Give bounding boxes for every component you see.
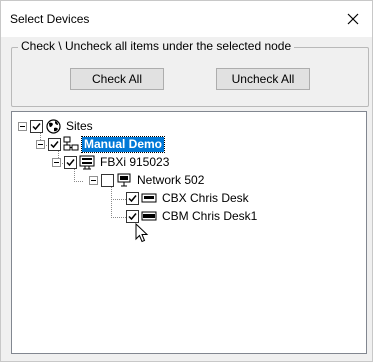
window-title: Select Devices (10, 12, 90, 26)
tree-node-checkbox[interactable] (48, 137, 61, 151)
collapse-toggle[interactable] (18, 121, 27, 131)
uncheck-all-button[interactable]: Uncheck All (216, 68, 310, 90)
device-icon (141, 208, 157, 224)
device-icon (141, 190, 157, 206)
checkmark-icon (32, 122, 41, 130)
groupbox-legend: Check \ Uncheck all items under the sele… (18, 39, 295, 53)
devices-tree[interactable]: Sites Manual Demo FBXi 915023 Network 50… (11, 111, 367, 354)
tree-node-label: CBM Chris Desk1 (162, 208, 258, 223)
collapse-toggle[interactable] (52, 157, 61, 167)
collapse-toggle[interactable] (89, 175, 98, 185)
tree-node-checkbox[interactable] (126, 191, 139, 205)
tree-node-checkbox[interactable] (30, 119, 43, 133)
network-icon (63, 136, 79, 152)
title-bar: Select Devices (1, 1, 372, 37)
checkmark-icon (128, 212, 137, 220)
tree-node-label: Manual Demo (80, 135, 166, 153)
checkmark-icon (128, 194, 137, 202)
tree-node-network-502[interactable]: Network 502 (89, 172, 206, 188)
select-devices-dialog: Select Devices Check \ Uncheck all items… (0, 0, 373, 362)
collapse-toggle[interactable] (36, 139, 45, 149)
close-icon (347, 13, 359, 25)
check-all-button[interactable]: Check All (70, 68, 164, 90)
tree-node-label: Sites (66, 118, 93, 133)
mouse-pointer-icon (135, 222, 149, 246)
tree-node-manual-demo[interactable]: Manual Demo (36, 135, 166, 153)
check-uncheck-groupbox (11, 47, 369, 107)
tree-node-label: Network 502 (137, 172, 205, 187)
tree-node-checkbox[interactable] (64, 155, 77, 169)
tree-node-label: CBX Chris Desk (162, 190, 249, 205)
tree-node-checkbox[interactable] (101, 173, 114, 187)
checkmark-icon (66, 158, 75, 166)
tree-node-cbx-chris-desk[interactable]: CBX Chris Desk (126, 190, 251, 206)
monitor-icon (116, 172, 132, 188)
tree-node-label: FBXi 915023 (100, 154, 170, 169)
tree-node-sites[interactable]: Sites (18, 118, 95, 134)
close-button[interactable] (340, 7, 366, 31)
tree-node-cbm-chris-desk1[interactable]: CBM Chris Desk1 (126, 208, 259, 224)
checkmark-icon (50, 140, 59, 148)
globe-icon (45, 118, 61, 134)
server-icon (79, 154, 95, 170)
tree-node-checkbox[interactable] (126, 209, 139, 223)
tree-node-fbxi[interactable]: FBXi 915023 (52, 154, 171, 170)
